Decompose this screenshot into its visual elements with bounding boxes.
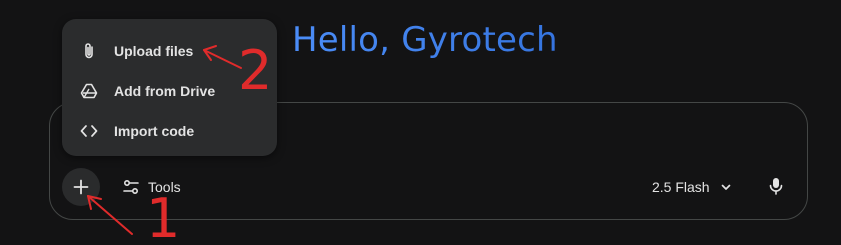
microphone-icon <box>769 178 783 195</box>
model-label: 2.5 Flash <box>652 179 710 195</box>
greeting-title: Hello, Gyrotech <box>292 20 558 60</box>
annotation-step-2: 2 <box>238 39 273 102</box>
gemini-home: Hello, Gyrotech Tools 2.5 Flash Upload f… <box>0 0 841 245</box>
drive-icon <box>80 82 98 100</box>
menu-item-import-code[interactable]: Import code <box>62 111 277 151</box>
microphone-button[interactable] <box>758 168 794 204</box>
menu-item-label: Import code <box>114 123 195 139</box>
menu-item-label: Upload files <box>114 43 194 59</box>
code-icon <box>80 122 98 140</box>
menu-item-label: Add from Drive <box>114 83 216 99</box>
annotation-step-1: 1 <box>146 187 181 245</box>
add-button[interactable] <box>62 168 100 206</box>
paperclip-icon <box>80 42 98 60</box>
plus-icon <box>73 179 89 195</box>
model-selector[interactable]: 2.5 Flash <box>642 170 742 204</box>
sliders-icon <box>123 179 139 195</box>
chevron-down-icon <box>721 184 730 190</box>
